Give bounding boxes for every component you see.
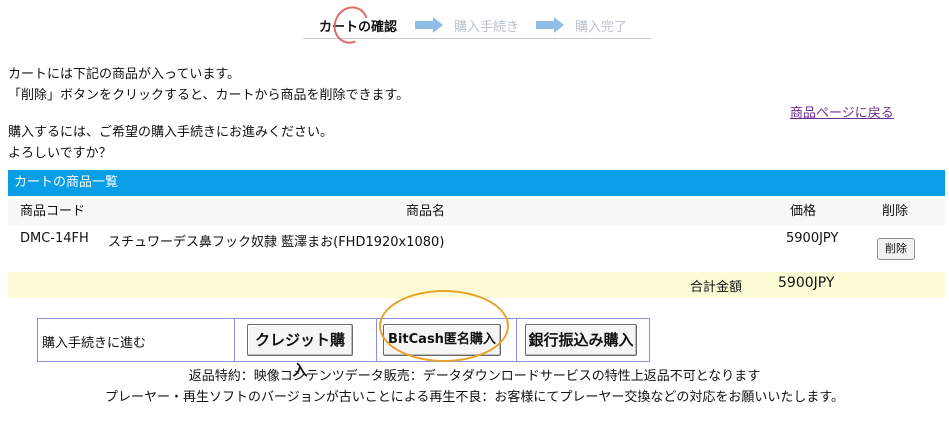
cart-list-title: カートの商品一覧	[14, 175, 119, 190]
step-purchase-procedure: 購入手続き	[454, 20, 520, 35]
column-delete: 削除	[882, 204, 909, 219]
return-policy-note: 返品特約：映像コンテンツデータ販売：データダウンロードサービスの特性上返品不可と…	[188, 369, 761, 384]
credit-purchase-button[interactable]: クレジット購入	[247, 324, 353, 379]
purchase-label-cell: 購入手続きに進む	[38, 319, 235, 361]
cart-column-headers: 商品コード 商品名 価格 削除	[8, 199, 945, 225]
intro-line-2: 「削除」ボタンをクリックすると、カートから商品を削除できます。	[8, 88, 410, 103]
orange-highlight-circle	[379, 290, 509, 362]
delete-button[interactable]: 削除	[877, 238, 915, 260]
purchase-label: 購入手続きに進む	[42, 336, 147, 351]
credit-cell: クレジット購入	[235, 319, 377, 379]
item-price: 5900JPY	[786, 231, 839, 246]
intro-line-4: よろしいですか？	[8, 146, 112, 161]
playback-note: プレーヤー・再生ソフトのバージョンが古いことによる再生不良：お客様にてプレーヤー…	[104, 390, 845, 405]
cart-list-header: カートの商品一覧	[8, 170, 945, 196]
back-to-product-link[interactable]: 商品ページに戻る	[790, 105, 894, 123]
column-price: 価格	[790, 204, 817, 219]
bank-cell: 銀行振込み購入	[517, 319, 650, 361]
table-row: DMC-14FH スチュワーデス鼻フック奴隷 藍澤まお(FHD1920x1080…	[8, 227, 945, 267]
intro-line-3: 購入するには、ご希望の購入手続きにお進みください。	[8, 125, 334, 140]
item-code: DMC-14FH	[20, 231, 89, 246]
item-name: スチュワーデス鼻フック奴隷 藍澤まお(FHD1920x1080)	[108, 235, 445, 250]
step-purchase-complete: 購入完了	[575, 20, 628, 35]
column-product-name: 商品名	[406, 204, 446, 219]
total-label: 合計金額	[690, 280, 743, 295]
total-value: 5900JPY	[778, 275, 835, 291]
intro-line-1: カートには下記の商品が入っています。	[8, 67, 241, 82]
column-product-code: 商品コード	[20, 204, 86, 219]
purchase-options: 購入手続きに進む クレジット購入 BitCash匿名購入 銀行振込み購入	[37, 318, 650, 379]
red-annotation-circle	[327, 0, 375, 50]
bank-transfer-purchase-button[interactable]: 銀行振込み購入	[525, 324, 637, 356]
